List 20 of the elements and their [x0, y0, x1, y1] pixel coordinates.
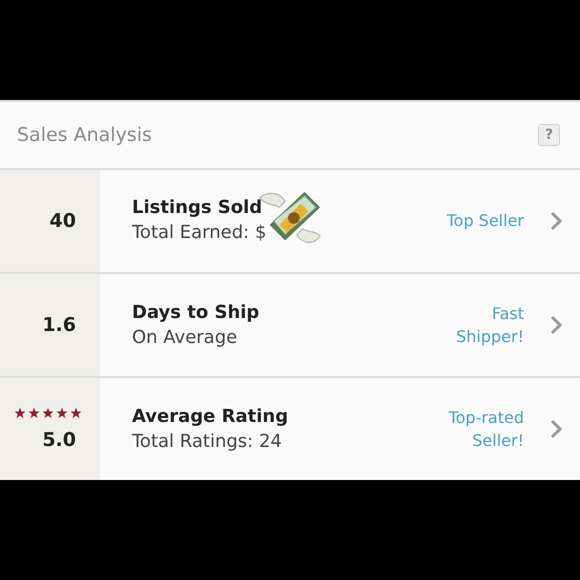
badge-link[interactable]: Top Seller: [428, 209, 524, 232]
badge-link[interactable]: Fast Shipper!: [428, 302, 524, 348]
stat-row[interactable]: 5.0 Average Rating Total Ratings: 24 Top-rated Seller!: [0, 378, 580, 480]
stat-title: Listings Sold: [132, 197, 264, 218]
stat-title: Days to Ship: [132, 302, 260, 323]
stat-row[interactable]: 40 Listings Sold Total Earned: $ Top Seller: [0, 170, 580, 274]
stat-value: 5.0: [42, 429, 76, 452]
stat-subtitle: On Average: [132, 327, 238, 348]
help-button[interactable]: ?: [538, 124, 560, 146]
chevron-right-icon: [550, 419, 562, 440]
stat-title: Average Rating: [132, 406, 290, 428]
stat-value: 40: [50, 210, 76, 232]
stat-row[interactable]: 1.6 Days to Ship On Average Fast Shipper!: [0, 274, 580, 378]
badge-link[interactable]: Top-rated Seller!: [428, 406, 524, 452]
chevron-right-icon: [550, 315, 562, 335]
stat-value: 1.6: [42, 314, 76, 336]
stat-subtitle: Total Earned: $: [132, 222, 266, 244]
panel-title: Sales Analysis: [17, 124, 152, 146]
stat-subtitle: Total Ratings: 24: [132, 431, 282, 452]
chevron-right-icon: [550, 210, 562, 231]
